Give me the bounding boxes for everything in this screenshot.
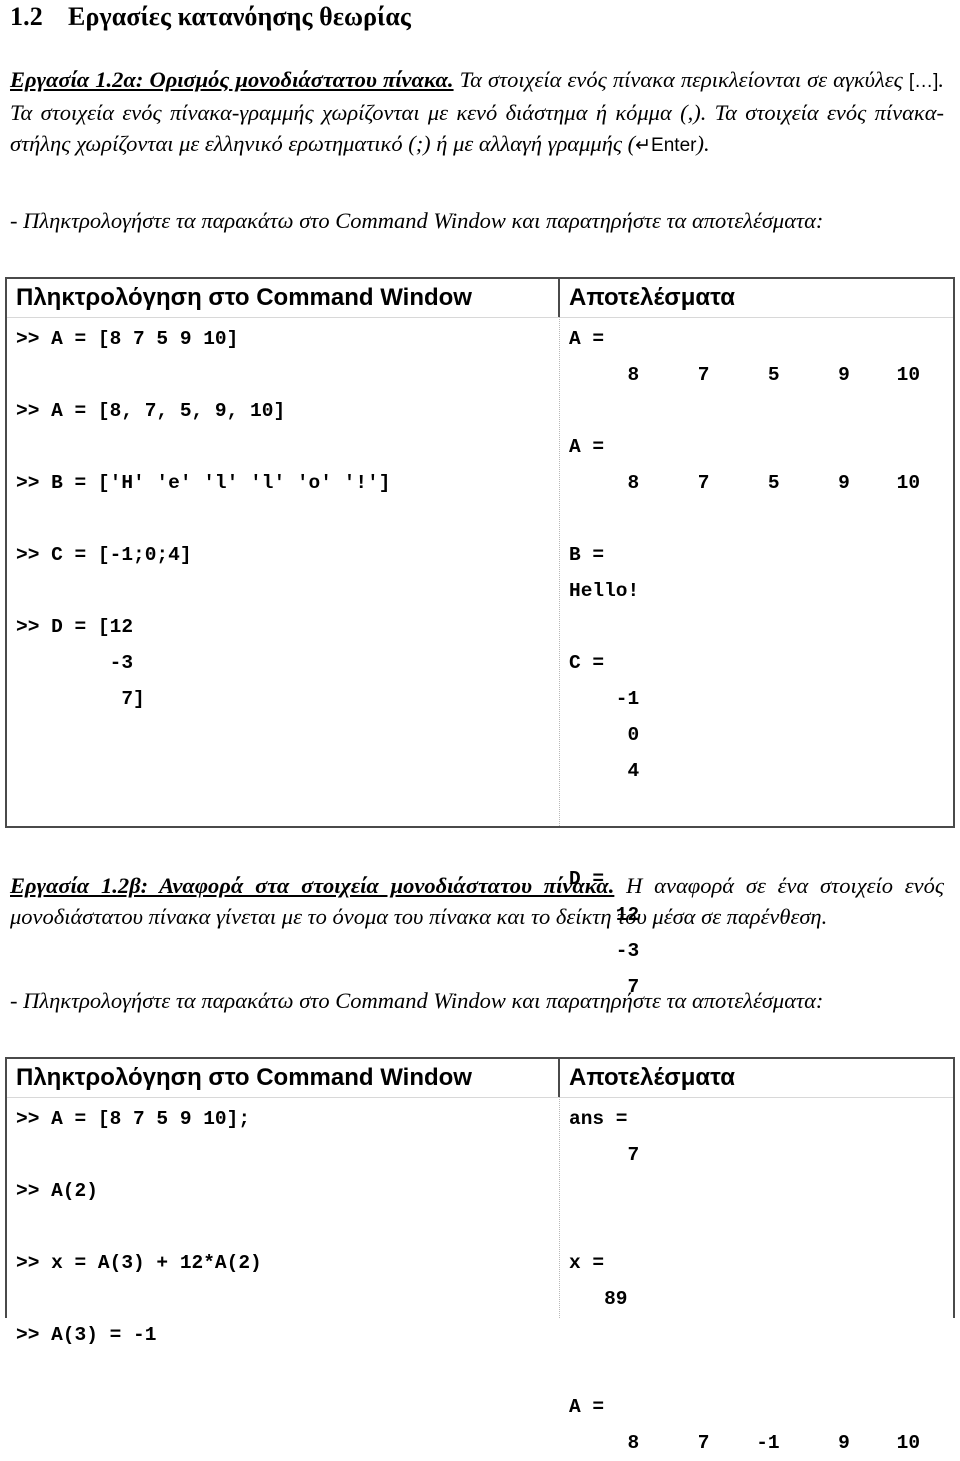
- code-line: C =: [569, 652, 605, 674]
- code-line: 4: [569, 760, 640, 782]
- table-1-header-input: Πληκτρολόγηση στο Command Window: [16, 284, 472, 311]
- code-line: >> B = ['H' 'e' 'l' 'l' 'o' '!']: [16, 472, 391, 494]
- code-line: -3: [16, 652, 134, 674]
- table-1-header-rule: [7, 317, 953, 318]
- code-line: 8 7 -1 9 10: [569, 1432, 921, 1454]
- code-line: 7]: [16, 688, 145, 710]
- table-1-input-code: >> A = [8 7 5 9 10] >> A = [8, 7, 5, 9, …: [16, 321, 390, 717]
- enter-key-icon: ↵Enter: [635, 135, 697, 156]
- exercise-b-label: Εργασία 1.2β: Αναφορά στα στοιχεία μονοδ…: [10, 873, 615, 898]
- section-number: 1.2: [10, 2, 43, 31]
- bracket-notation: […]: [908, 71, 939, 92]
- table-2-header-input: Πληκτρολόγηση στο Command Window: [16, 1064, 472, 1091]
- exercise-a-paragraph: Εργασία 1.2α: Ορισμός μονοδιάστατου πίνα…: [10, 64, 944, 161]
- table-2-column-divider: [559, 1097, 560, 1318]
- code-line: 0: [569, 724, 640, 746]
- code-line: -1: [569, 688, 640, 710]
- code-line: >> A = [8 7 5 9 10]: [16, 328, 239, 350]
- code-line: B =: [569, 544, 605, 566]
- code-line: -3: [569, 940, 640, 962]
- command-table-2: Πληκτρολόγηση στο Command Window Αποτελέ…: [5, 1057, 955, 1454]
- code-line: A =: [569, 436, 605, 458]
- code-line: Hello!: [569, 580, 640, 602]
- table-2-input-code: >> A = [8 7 5 9 10]; >> A(2) >> x = A(3)…: [16, 1101, 262, 1353]
- instruction-line-1: - Πληκτρολογήστε τα παρακάτω στο Command…: [10, 208, 824, 233]
- command-table-1: Πληκτρολόγηση στο Command Window Αποτελέ…: [5, 277, 955, 998]
- table-2-result-code: ans = 7 x = 89 A = 8 7 -1 9 10: [569, 1101, 920, 1461]
- code-line: >> C = [-1;0;4]: [16, 544, 192, 566]
- code-line: >> D = [12: [16, 616, 134, 638]
- exercise-a-label: Εργασία 1.2α: Ορισμός μονοδιάστατου πίνα…: [10, 67, 454, 92]
- code-line: >> x = A(3) + 12*A(2): [16, 1252, 262, 1274]
- code-line: A =: [569, 1396, 605, 1418]
- code-line: 8 7 5 9 10: [569, 364, 921, 386]
- code-line: ans =: [569, 1108, 628, 1130]
- table-1-grid: Πληκτρολόγηση στο Command Window Αποτελέ…: [7, 279, 953, 998]
- code-line: >> A(3) = -1: [16, 1324, 157, 1346]
- instruction-line-2: - Πληκτρολογήστε τα παρακάτω στο Command…: [10, 988, 824, 1013]
- exercise-b-paragraph: Εργασία 1.2β: Αναφορά στα στοιχεία μονοδ…: [10, 870, 944, 932]
- table-2-grid: Πληκτρολόγηση στο Command Window Αποτελέ…: [7, 1059, 953, 1454]
- table-2-header-results: Αποτελέσματα: [569, 1064, 735, 1091]
- code-line: >> A = [8 7 5 9 10];: [16, 1108, 251, 1130]
- code-line: 89: [569, 1288, 628, 1310]
- code-line: A =: [569, 328, 605, 350]
- exercise-a-body-3: ).: [696, 131, 710, 156]
- code-line: >> A(2): [16, 1180, 98, 1202]
- table-2-header-divider: [558, 1059, 560, 1097]
- document-page: 1.2 Εργασίες κατανόησης θεωρίας Εργασία 1…: [0, 0, 960, 1454]
- code-line: 7: [569, 1144, 640, 1166]
- table-1-header-divider: [558, 279, 560, 317]
- table-1-header-results: Αποτελέσματα: [569, 284, 735, 311]
- section-title: Εργασίες κατανόησης θεωρίας: [68, 2, 411, 31]
- exercise-a-body-1: Τα στοιχεία ενός πίνακα περικλείονται σε…: [453, 67, 909, 92]
- page-title: 1.2 Εργασίες κατανόησης θεωρίας: [10, 2, 411, 32]
- table-1-column-divider: [559, 317, 560, 826]
- code-line: 8 7 5 9 10: [569, 472, 921, 494]
- table-2-header-rule: [7, 1097, 953, 1098]
- code-line: >> A = [8, 7, 5, 9, 10]: [16, 400, 286, 422]
- code-line: x =: [569, 1252, 605, 1274]
